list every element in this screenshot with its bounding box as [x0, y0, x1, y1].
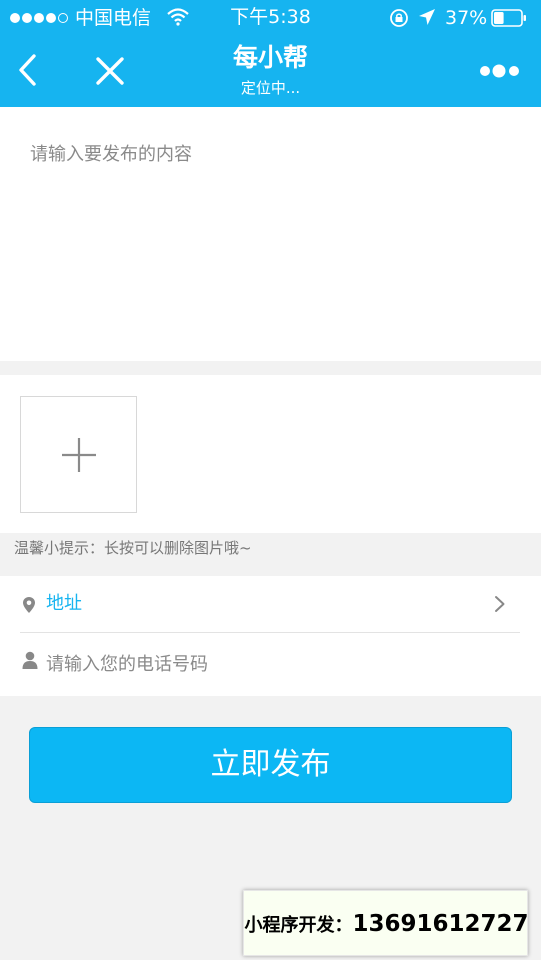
more-icon [480, 64, 519, 78]
rotation-lock-icon [389, 8, 409, 32]
watermark-phone: 13691612727 [352, 911, 529, 937]
content-input[interactable]: 请输入要发布的内容 [0, 107, 541, 361]
image-upload-section [0, 375, 541, 533]
phone-input[interactable]: 请输入您的电话号码 [46, 653, 208, 677]
more-menu-button[interactable] [478, 63, 522, 79]
page-title: 每小帮 [232, 43, 308, 72]
phone-row[interactable]: 请输入您的电话号码 [20, 633, 520, 695]
add-image-button[interactable] [20, 396, 137, 513]
publish-button[interactable]: 立即发布 [29, 727, 512, 803]
watermark-text: 小程序开发：13691612727 [244, 911, 529, 937]
user-icon [22, 651, 38, 673]
header: 中国电信 下午5:38 37% 每小帮 定位中... [0, 0, 541, 107]
content-placeholder: 请输入要发布的内容 [30, 144, 192, 165]
location-status: 定位中... [240, 79, 301, 97]
chevron-right-icon [494, 595, 506, 617]
contact-watermark: 小程序开发：13691612727 [243, 890, 529, 956]
location-pin-icon [22, 596, 36, 618]
status-bar: 中国电信 下午5:38 37% [0, 0, 541, 36]
contact-form: 地址 请输入您的电话号码 [0, 576, 541, 696]
image-tip: 温馨小提示：长按可以删除图片哦~ [14, 539, 252, 557]
location-arrow-icon [418, 8, 436, 30]
watermark-label: 小程序开发： [244, 915, 353, 936]
address-row[interactable]: 地址 [20, 576, 520, 633]
battery-percent: 37% [445, 7, 488, 29]
battery-icon [491, 9, 527, 27]
plus-icon [62, 438, 96, 472]
address-label: 地址 [46, 593, 82, 614]
